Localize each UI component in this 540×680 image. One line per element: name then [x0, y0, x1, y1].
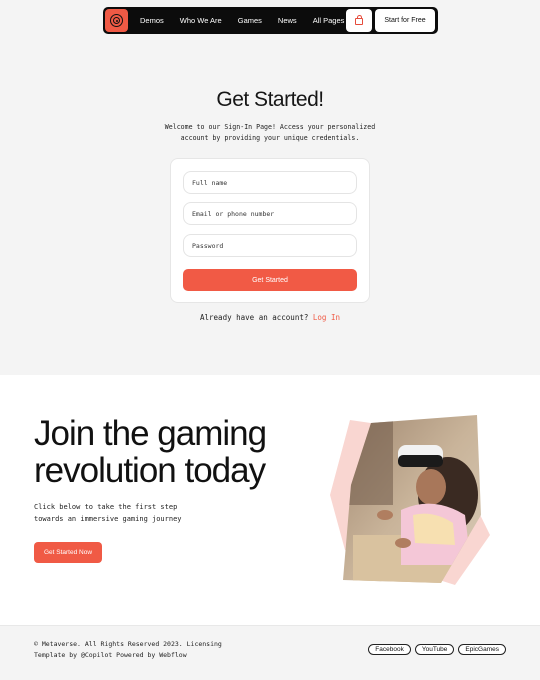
- page-subtitle: Welcome to our Sign-In Page! Access your…: [160, 122, 380, 144]
- cta-section: Join the gaming revolution today Click b…: [0, 375, 540, 625]
- footer: © Metaverse. All Rights Reserved 2023. L…: [0, 625, 540, 680]
- login-prompt-text: Already have an account?: [200, 313, 309, 322]
- youtube-link[interactable]: YouTube: [414, 644, 455, 655]
- cta-text: Click below to take the first step towar…: [34, 501, 182, 525]
- cta-heading: Join the gaming revolution today: [34, 414, 267, 490]
- nav-link-all-pages[interactable]: All Pages: [313, 16, 345, 25]
- get-started-button[interactable]: Get Started: [183, 269, 357, 291]
- password-input[interactable]: Password: [183, 234, 357, 257]
- nav-link-news[interactable]: News: [278, 16, 297, 25]
- signup-form-card: Full name Email or phone number Password…: [170, 158, 370, 303]
- login-prompt: Already have an account? Log In: [0, 313, 540, 322]
- cta-heading-line-2: revolution today: [34, 451, 266, 490]
- nav-link-who-we-are[interactable]: Who We Are: [180, 16, 222, 25]
- nav-links: Demos Who We Are Games News All Pages: [140, 16, 360, 25]
- cart-button[interactable]: [346, 9, 372, 32]
- logo-icon[interactable]: [105, 9, 128, 32]
- social-links: Facebook YouTube EpicGames: [364, 644, 506, 655]
- cta-text-line-1: Click below to take the first step: [34, 503, 178, 511]
- copyright: © Metaverse. All Rights Reserved 2023. L…: [34, 639, 222, 661]
- nav-link-games[interactable]: Games: [238, 16, 262, 25]
- copyright-line-2: Template by @Copilot Powered by Webflow: [34, 651, 187, 659]
- login-link[interactable]: Log In: [313, 313, 340, 322]
- start-for-free-button[interactable]: Start for Free: [375, 9, 435, 32]
- full-name-input[interactable]: Full name: [183, 171, 357, 194]
- shopping-bag-icon: [355, 15, 363, 25]
- nav-link-demos[interactable]: Demos: [140, 16, 164, 25]
- epicgames-link[interactable]: EpicGames: [458, 644, 506, 655]
- copyright-line-1: © Metaverse. All Rights Reserved 2023. L…: [34, 640, 222, 648]
- get-started-now-button[interactable]: Get Started Now: [34, 542, 102, 563]
- subtitle-line-2: account by providing your unique credent…: [180, 134, 360, 142]
- vr-headset-photo: [343, 415, 481, 583]
- email-input[interactable]: Email or phone number: [183, 202, 357, 225]
- cta-heading-line-1: Join the gaming: [34, 414, 267, 453]
- top-navbar: Demos Who We Are Games News All Pages St…: [103, 7, 438, 34]
- page-title: Get Started!: [216, 88, 324, 111]
- cta-text-line-2: towards an immersive gaming journey: [34, 515, 182, 523]
- subtitle-line-1: Welcome to our Sign-In Page! Access your…: [164, 123, 376, 131]
- facebook-link[interactable]: Facebook: [368, 644, 411, 655]
